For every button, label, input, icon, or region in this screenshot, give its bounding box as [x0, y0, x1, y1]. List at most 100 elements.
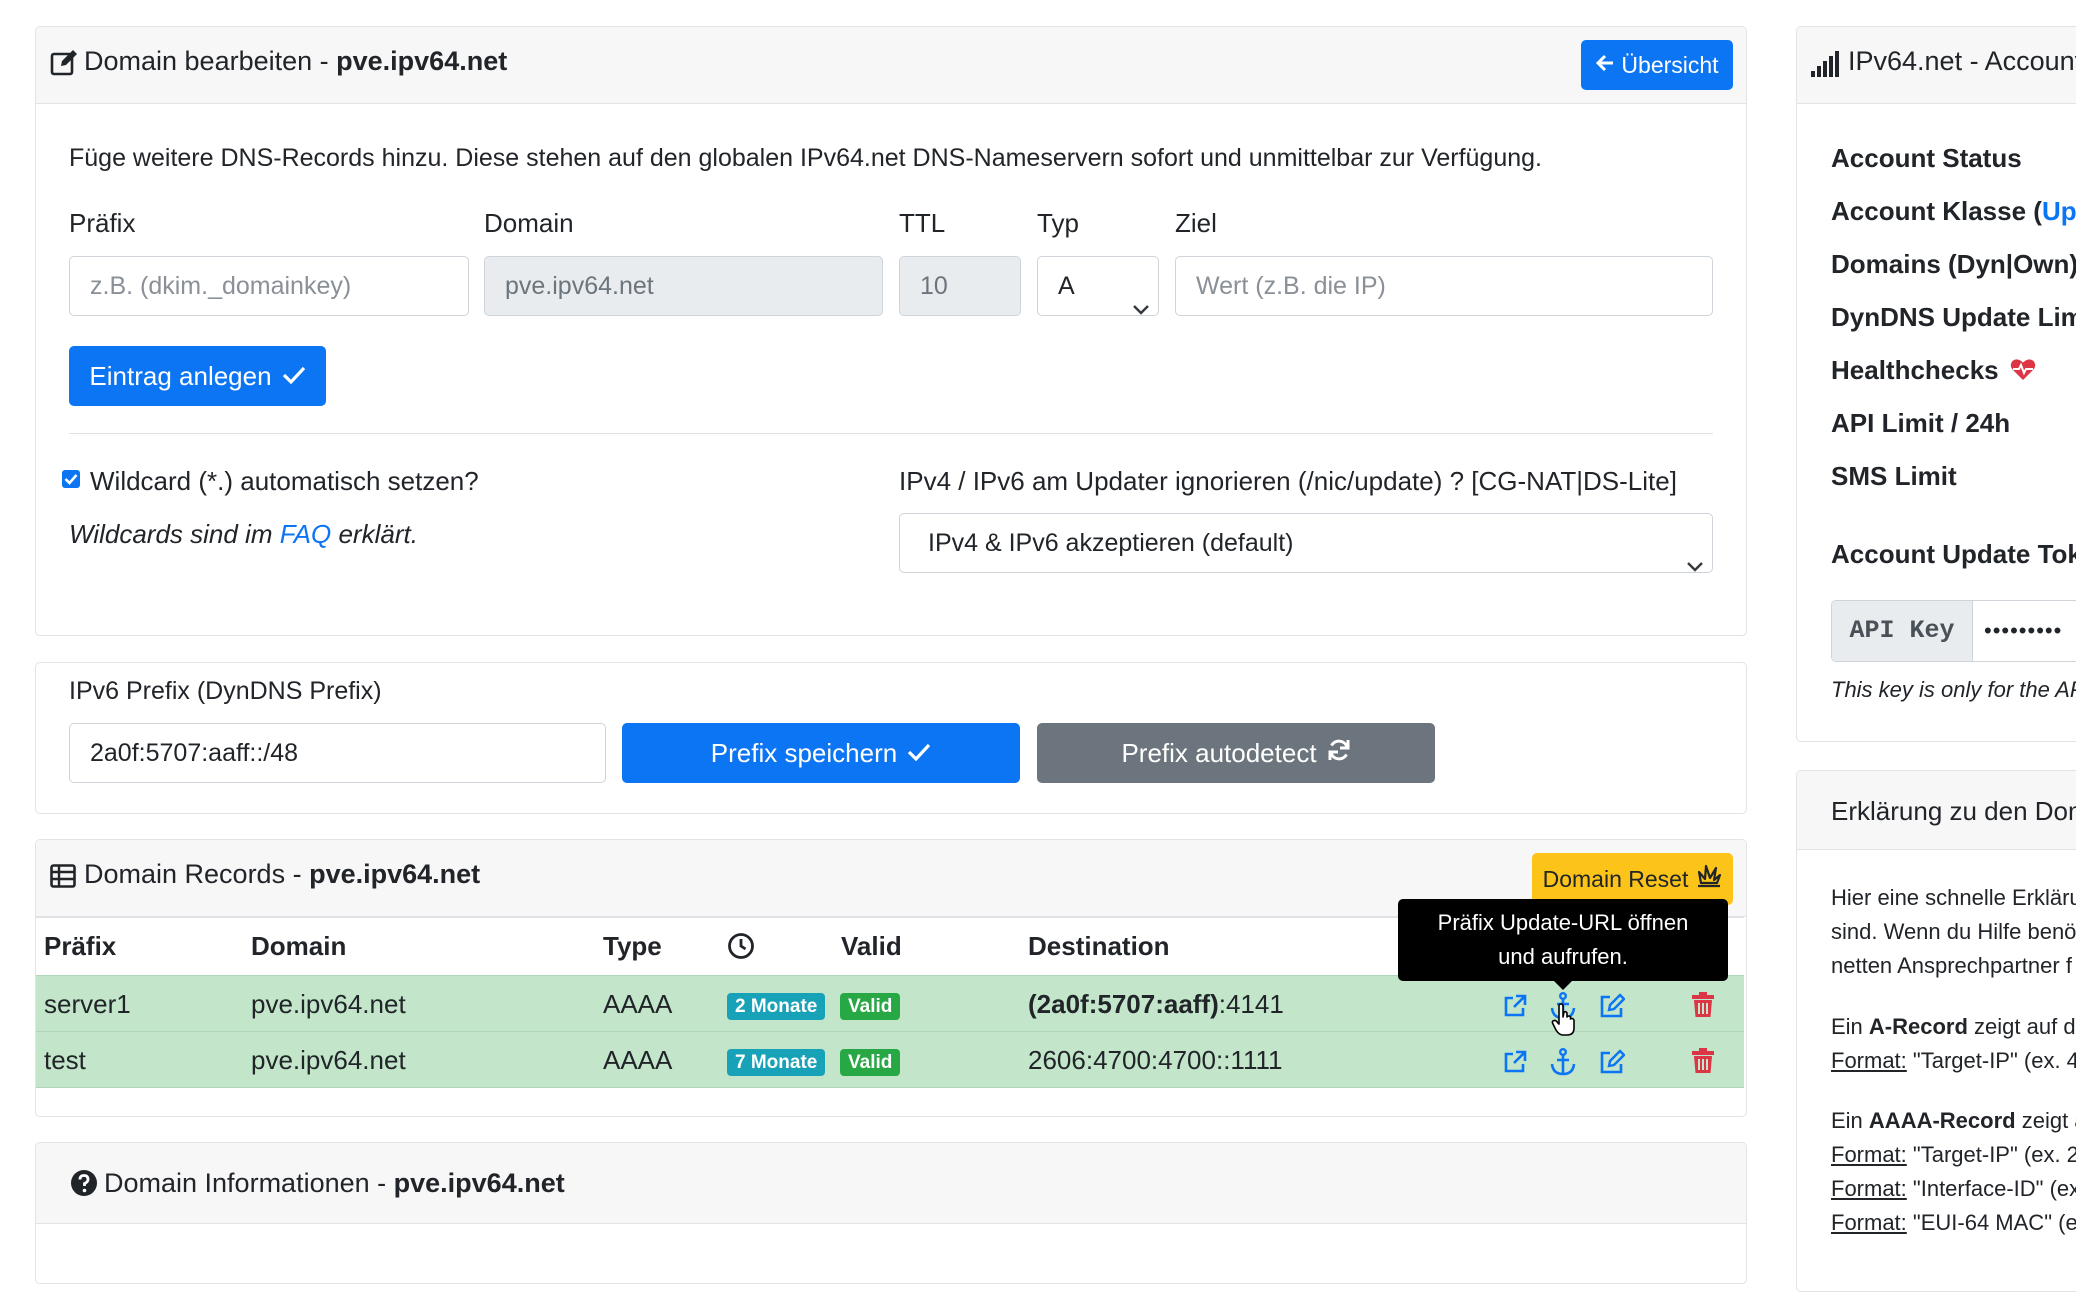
form-divider	[69, 433, 1713, 434]
explanation-line-3: netten Ansprechpartner f	[1831, 953, 2072, 978]
updater-ignore-select[interactable]: IPv4 & IPv6 akzeptieren (default)	[899, 513, 1713, 573]
wildcard-label[interactable]: Wildcard (*.) automatisch setzen?	[90, 465, 479, 497]
prefix-placeholder: z.B. (dkim._domainkey)	[90, 272, 352, 300]
edit-domain-card-header: Domain bearbeiten - pve.ipv64.net Übersi…	[36, 27, 1746, 104]
ipv6-prefix-value: 2a0f:5707:aaff::/48	[90, 739, 299, 767]
tooltip-line-2: und aufrufen.	[1498, 944, 1628, 969]
tooltip-line-1: Präfix Update-URL öffnen	[1437, 910, 1689, 935]
updater-ignore-value: IPv4 & IPv6 akzeptieren (default)	[928, 529, 1294, 557]
tooltip: Präfix Update-URL öffnen und aufrufen.	[1398, 899, 1728, 981]
create-entry-button[interactable]: Eintrag anlegen	[69, 346, 326, 406]
domain-label: Domain	[484, 208, 574, 238]
faq-link[interactable]: FAQ	[280, 519, 332, 549]
external-link-icon[interactable]	[1503, 1050, 1527, 1079]
domain-info-header: Domain Informationen - pve.ipv64.net	[36, 1143, 1746, 1224]
edit-record-icon[interactable]	[1599, 1049, 1626, 1080]
domain-records-title: Domain Records - pve.ipv64.net	[84, 859, 481, 889]
save-prefix-button[interactable]: Prefix speichern	[622, 723, 1020, 783]
table-bottom-divider	[36, 1087, 1744, 1088]
account-update-token-label: Account Update Tok	[1831, 539, 2076, 569]
refresh-icon	[1327, 738, 1351, 769]
autodetect-prefix-label: Prefix autodetect	[1121, 737, 1317, 768]
account-status-label: Account Status	[1831, 143, 2022, 173]
row-destination: (2a0f:5707:aaff):4141	[1028, 989, 1284, 1019]
ipv6-prefix-label: IPv6 Prefix (DynDNS Prefix)	[69, 677, 382, 705]
prefix-label: Präfix	[69, 208, 136, 238]
edit-record-icon[interactable]	[1599, 993, 1626, 1024]
domain-info-title: Domain Informationen - pve.ipv64.net	[104, 1168, 565, 1198]
autodetect-prefix-button[interactable]: Prefix autodetect	[1037, 723, 1435, 783]
ipv6-prefix-input[interactable]: 2a0f:5707:aaff::/48	[69, 723, 606, 783]
domain-field-value: pve.ipv64.net	[505, 272, 654, 300]
row-prefix: test	[44, 1045, 86, 1075]
api-key-addon-label: API Key	[1849, 616, 1955, 645]
hand-cursor-icon	[1551, 1003, 1577, 1042]
col-header-valid[interactable]: Valid	[841, 930, 902, 962]
age-badge: 7 Monate	[727, 1049, 826, 1076]
edit-domain-title: Domain bearbeiten - pve.ipv64.net	[84, 46, 508, 76]
prefix-input[interactable]: z.B. (dkim._domainkey)	[69, 256, 469, 316]
target-label: Ziel	[1175, 208, 1217, 238]
type-select[interactable]: A	[1037, 256, 1159, 316]
explosion-icon	[1696, 864, 1722, 894]
domain-reset-button[interactable]: Domain Reset	[1532, 853, 1733, 905]
age-badge: 2 Monate	[727, 993, 826, 1020]
a-record-line: Ein A-Record zeigt auf d	[1831, 1014, 2076, 1039]
api-key-group: API Key •••••••••	[1831, 600, 2076, 662]
row-type: AAAA	[603, 1045, 673, 1075]
col-header-prefix[interactable]: Präfix	[44, 930, 116, 962]
explanation-line-1: Hier eine schnelle Erkläru	[1831, 885, 2076, 910]
tooltip-arrow	[1554, 981, 1572, 990]
save-prefix-label: Prefix speichern	[710, 737, 898, 768]
row-domain: pve.ipv64.net	[251, 1045, 406, 1075]
clock-icon	[727, 932, 755, 965]
updater-ignore-label: IPv4 / IPv6 am Updater ignorieren (/nic/…	[899, 466, 1677, 496]
external-link-icon[interactable]	[1503, 994, 1527, 1023]
wildcard-checkbox[interactable]	[62, 470, 80, 488]
signal-bars-icon	[1811, 51, 1839, 82]
upgrade-link[interactable]: Upg	[2042, 196, 2076, 226]
a-record-format: Format: "Target-IP" (ex. 4	[1831, 1048, 2076, 1073]
domains-count-label: Domains (Dyn|Own)	[1831, 249, 2076, 279]
aaaa-format-2: Format: "Interface-ID" (ex	[1831, 1176, 2076, 1201]
ttl-field-value: 10	[920, 272, 948, 300]
target-input[interactable]: Wert (z.B. die IP)	[1175, 256, 1713, 316]
chevron-down-icon	[1132, 279, 1150, 315]
arrow-left-icon	[1595, 52, 1615, 79]
chevron-down-icon	[1686, 536, 1704, 572]
edit-icon	[50, 49, 78, 82]
explanation-card-header: Erklärung zu den Dom	[1797, 771, 2076, 850]
delete-record-icon[interactable]	[1692, 1048, 1714, 1079]
delete-record-icon[interactable]	[1692, 992, 1714, 1023]
account-class-label: Account Klasse (Upg	[1831, 195, 2076, 227]
row-prefix: server1	[44, 989, 131, 1019]
check-icon	[907, 738, 931, 769]
account-card-header: IPv64.net - Account	[1797, 27, 2076, 104]
api-key-field[interactable]: •••••••••	[1984, 601, 2062, 661]
target-placeholder: Wert (z.B. die IP)	[1196, 272, 1386, 300]
col-header-destination[interactable]: Destination	[1028, 930, 1170, 962]
wildcard-note: Wildcards sind im FAQ erklärt.	[69, 519, 418, 549]
valid-badge: Valid	[840, 993, 901, 1020]
valid-badge: Valid	[840, 1049, 901, 1076]
explanation-title: Erklärung zu den Dom	[1831, 796, 2076, 826]
healthchecks-label: Healthchecks	[1831, 354, 2036, 388]
api-key-value: •••••••••	[1984, 618, 2063, 643]
check-icon	[282, 361, 306, 392]
anchor-icon[interactable]	[1550, 1048, 1576, 1081]
create-entry-label: Eintrag anlegen	[89, 360, 272, 391]
api-limit-label: API Limit / 24h	[1831, 408, 2011, 438]
account-title: IPv64.net - Account	[1848, 46, 2076, 76]
col-header-type[interactable]: Type	[603, 930, 662, 962]
aaaa-format-1: Format: "Target-IP" (ex. 2	[1831, 1142, 2076, 1167]
table-list-icon	[50, 864, 76, 893]
type-select-value: A	[1058, 272, 1075, 300]
row-destination: 2606:4700:4700::1111	[1028, 1045, 1283, 1075]
overview-button[interactable]: Übersicht	[1581, 40, 1733, 90]
col-header-domain[interactable]: Domain	[251, 930, 346, 962]
ttl-field[interactable]: 10	[899, 256, 1021, 316]
domain-field: pve.ipv64.net	[484, 256, 883, 316]
api-key-note: This key is only for the AP	[1831, 677, 2076, 702]
domain-info-card: Domain Informationen - pve.ipv64.net	[35, 1142, 1747, 1284]
explanation-line-2: sind. Wenn du Hilfe benö	[1831, 919, 2076, 944]
